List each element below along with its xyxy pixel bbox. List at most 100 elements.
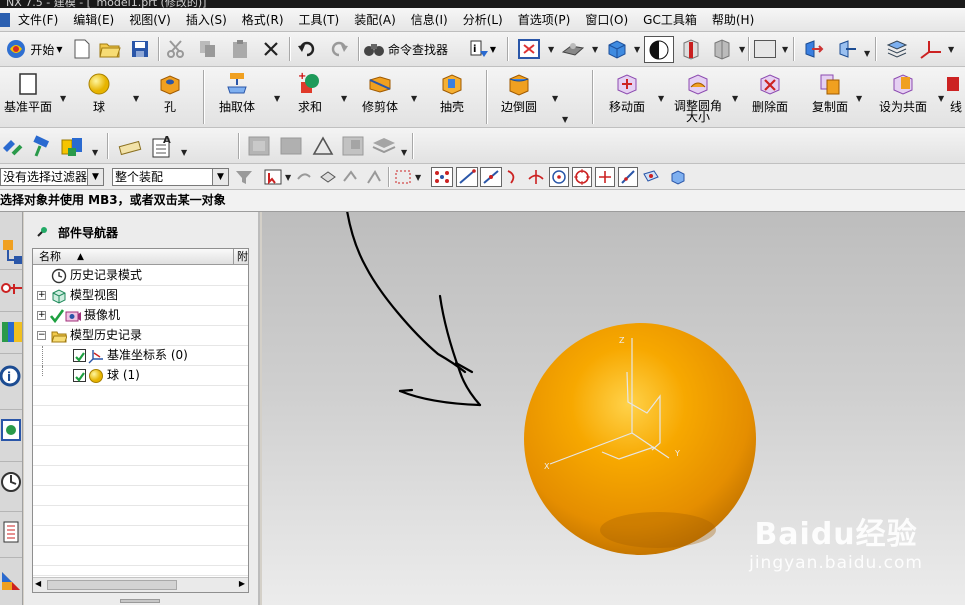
menu-format[interactable]: 格式(R) [234,9,291,31]
menu-preferences[interactable]: 首选项(P) [510,9,578,31]
snap-arc-center-button[interactable] [549,167,569,187]
navigator-horizontal-scrollbar[interactable]: ◀ ▶ [33,577,248,592]
assembly-nav-button[interactable] [0,132,26,160]
delete-face-button[interactable]: 删除面 [748,69,792,125]
dropdown-arrow-icon[interactable]: ▼ [658,94,664,103]
move-face-button[interactable]: 移动面 [604,69,650,125]
delete-button[interactable] [259,37,283,61]
dropdown-arrow-icon[interactable]: ▼ [411,94,417,103]
blocks-tool-button[interactable] [58,132,88,160]
snap-point-button[interactable] [595,167,615,187]
dropdown-arrow-icon[interactable]: ▼ [552,94,558,103]
resource-constraint-navigator-tab[interactable] [0,272,22,312]
dropdown-arrow-icon[interactable]: ▼ [856,94,862,103]
isometric-view-button[interactable] [602,37,632,61]
start-button[interactable]: 开始 ▼ [2,36,66,62]
dropdown-arrow-icon[interactable]: ▼ [548,45,554,54]
static-wireframe-button[interactable] [708,37,736,61]
snap-curve-button[interactable] [503,167,523,187]
hammer-tool-button[interactable] [28,132,56,160]
tree-row-cameras[interactable]: + 摄像机 [33,306,248,326]
resource-web-browser-tab[interactable] [0,412,22,462]
app-menu-icon[interactable] [0,12,10,27]
menu-edit[interactable]: 编辑(E) [65,9,121,31]
filter-reset-button[interactable] [233,167,255,187]
type-filter-select[interactable]: 没有选择过滤器 ▼ [0,168,104,186]
dropdown-arrow-icon[interactable]: ▼ [401,148,407,157]
make-coplanar-button[interactable]: 设为共面 [874,69,932,125]
resource-palette-tab[interactable] [0,560,22,604]
dropdown-arrow-icon[interactable]: ▼ [341,94,347,103]
expand-icon[interactable]: + [37,311,46,320]
tree-row-history-mode[interactable]: 历史记录模式 [33,266,248,286]
tree-row-model-history[interactable]: − 模型历史记录 [33,326,248,346]
resource-system-materials-tab[interactable] [0,514,22,558]
menu-analysis[interactable]: 分析(L) [455,9,510,31]
new-button[interactable] [70,37,94,61]
resource-history-tab[interactable] [0,464,22,512]
extract-body-button[interactable]: 抽取体 [214,69,260,125]
command-finder-button[interactable]: 命令查找器 [363,37,455,61]
section-view-button[interactable] [798,37,828,61]
column-header-name[interactable]: 名称 [39,249,61,265]
menu-insert[interactable]: 插入(S) [178,9,234,31]
snap-on-surface-button[interactable] [641,167,661,187]
background-button[interactable] [752,38,778,60]
resource-assembly-navigator-tab[interactable] [0,234,22,270]
pin-icon[interactable] [34,226,48,240]
scrollbar-thumb[interactable] [47,580,177,590]
select-body-button[interactable] [364,167,384,187]
visibility-checkbox[interactable] [73,369,86,382]
snap-quadrant-button[interactable] [572,167,592,187]
dropdown-arrow-icon[interactable]: ▼ [732,94,738,103]
dropdown-arrow-icon[interactable]: ▼ [634,45,640,54]
sphere-button[interactable]: 球 [80,69,118,125]
dropdown-arrow-icon[interactable]: ▼ [938,94,944,103]
shell-button[interactable]: 抽壳 [432,69,472,125]
dropdown-arrow-icon[interactable]: ▼ [60,94,66,103]
dropdown-arrow-icon[interactable]: ▼ [92,148,98,157]
graphics-window[interactable]: Z Y X Baidu经验 jingyan.baidu.com [262,212,965,605]
unite-button[interactable]: + 求和 [290,69,330,125]
expand-icon[interactable]: + [37,291,46,300]
dropdown-arrow-icon[interactable]: ▼ [948,45,954,54]
scroll-right-icon[interactable]: ▶ [239,579,245,588]
dropdown-arrow-icon[interactable]: ▼ [181,148,187,157]
select-face-button[interactable] [340,167,360,187]
copy-face-button[interactable]: 复制面 [808,69,852,125]
layer-settings-button[interactable] [883,37,911,61]
snap-intersection-button[interactable] [526,167,546,187]
clip-section-button[interactable] [832,37,862,61]
menu-tools[interactable]: 工具(T) [291,9,347,31]
render-mode-button[interactable] [677,37,705,61]
dropdown-arrow-icon[interactable]: ▼ [592,45,598,54]
menu-assemblies[interactable]: 装配(A) [346,9,403,31]
resource-reuse-library-tab[interactable]: i [0,356,22,410]
shaded-mode-button[interactable] [644,36,674,63]
resource-part-navigator-tab[interactable] [0,314,22,354]
dropdown-arrow-icon[interactable]: ▼ [415,173,421,182]
tree-row-sphere[interactable]: 球 (1) [33,366,248,386]
open-button[interactable] [97,37,123,61]
text-note-button[interactable]: A [147,131,179,161]
menu-information[interactable]: 信息(I) [403,9,455,31]
snap-line-button[interactable] [456,167,478,187]
fit-view-button[interactable] [514,37,544,61]
select-arrow-button[interactable] [294,167,314,187]
menu-view[interactable]: 视图(V) [121,9,178,31]
edge-blend-button[interactable]: 边倒圆 [496,69,542,125]
menu-gc-toolkit[interactable]: GC工具箱 [635,9,704,31]
info-dropdown-button[interactable]: i ▼ [462,37,502,61]
save-button[interactable] [128,37,152,61]
wcs-button[interactable] [916,37,946,61]
snap-on-curve-button[interactable] [618,167,638,187]
view-orient-button[interactable] [558,37,588,61]
resize-blend-button[interactable]: 调整圆角 大小 [672,69,724,125]
menu-file[interactable]: 文件(F) [10,9,65,31]
collapse-icon[interactable]: − [37,331,46,340]
datum-plane-button[interactable]: 基准平面 [0,69,56,125]
undo-button[interactable] [294,37,320,61]
select-feature-button[interactable] [318,167,338,187]
sketch-button[interactable] [116,132,144,160]
snap-endpoints-button[interactable] [431,167,453,187]
